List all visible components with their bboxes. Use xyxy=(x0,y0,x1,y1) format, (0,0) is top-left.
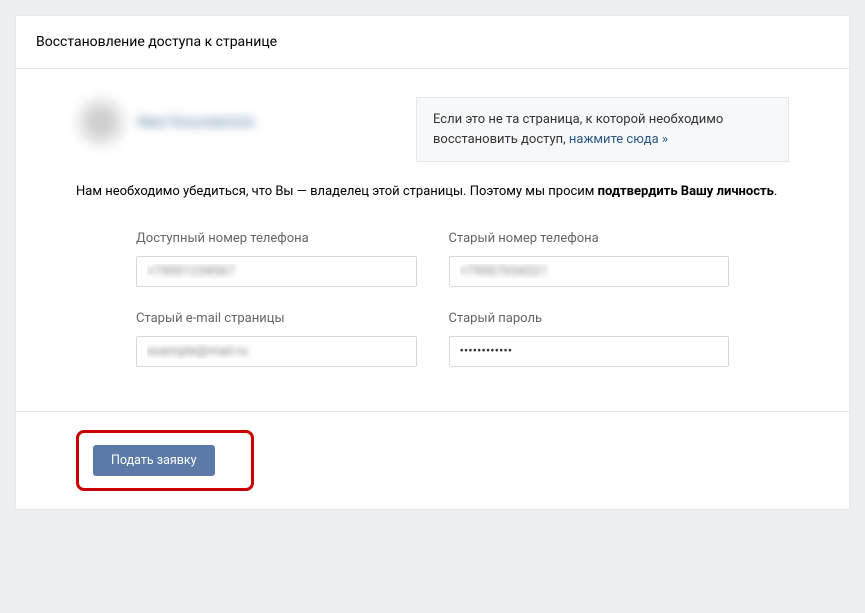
page-title: Восстановление доступа к странице xyxy=(36,34,829,50)
old-email-field: Старый e-mail страницы xyxy=(136,311,417,367)
old-phone-label: Старый номер телефона xyxy=(449,231,730,246)
old-email-label: Старый e-mail страницы xyxy=(136,311,417,326)
old-password-input[interactable] xyxy=(449,336,730,367)
form-grid: Доступный номер телефона Старый номер те… xyxy=(76,231,789,367)
description-text: Нам необходимо убедиться, что Вы — владе… xyxy=(76,182,789,203)
profile-row: Имя Пользователя Если это не та страница… xyxy=(76,97,789,162)
page-container: Восстановление доступа к странице Имя По… xyxy=(15,15,850,510)
submit-highlight: Подать заявку xyxy=(76,430,254,491)
submit-button[interactable]: Подать заявку xyxy=(93,445,215,476)
wrong-page-infobox: Если это не та страница, к которой необх… xyxy=(416,97,789,162)
available-phone-field: Доступный номер телефона xyxy=(136,231,417,287)
username-label: Имя Пользователя xyxy=(138,115,254,130)
old-password-label: Старый пароль xyxy=(449,311,730,326)
old-phone-field: Старый номер телефона xyxy=(449,231,730,287)
avatar-placeholder-icon xyxy=(86,107,116,137)
available-phone-label: Доступный номер телефона xyxy=(136,231,417,246)
old-password-field: Старый пароль xyxy=(449,311,730,367)
available-phone-input[interactable] xyxy=(136,256,417,287)
footer-area: Подать заявку xyxy=(16,411,849,509)
content-area: Имя Пользователя Если это не та страница… xyxy=(16,69,849,411)
old-phone-input[interactable] xyxy=(449,256,730,287)
avatar xyxy=(76,97,126,147)
profile-info: Имя Пользователя xyxy=(76,97,416,147)
click-here-link[interactable]: нажмите сюда » xyxy=(569,132,668,147)
page-header: Восстановление доступа к странице xyxy=(16,16,849,69)
description-bold: подтвердить Вашу личность xyxy=(598,184,774,199)
old-email-input[interactable] xyxy=(136,336,417,367)
